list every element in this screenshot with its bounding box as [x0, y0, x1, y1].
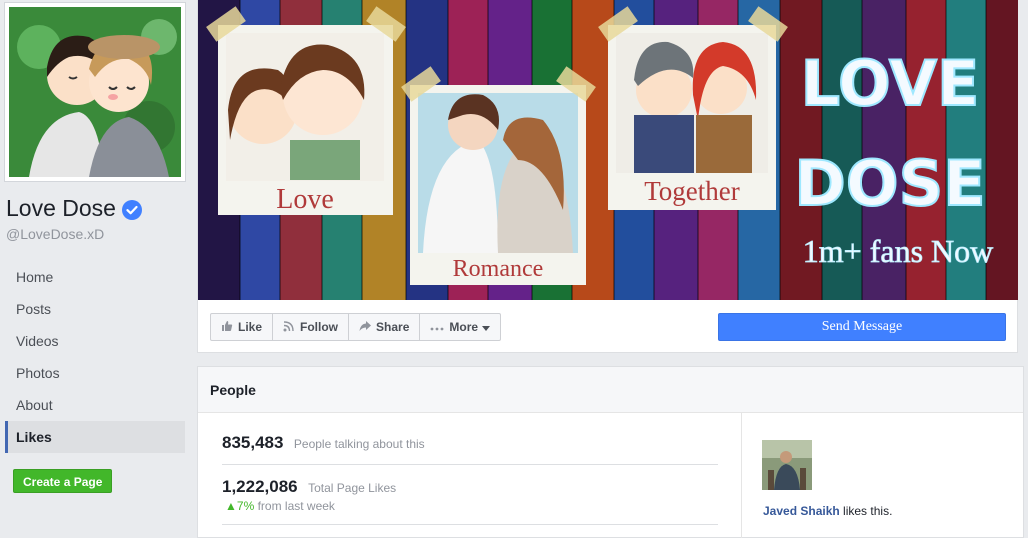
more-button[interactable]: More [419, 313, 502, 341]
likes-growth: ▲7% from last week [222, 499, 718, 513]
cover-title-line1: LOVE [801, 47, 980, 120]
nav-item-likes[interactable]: Likes [5, 421, 185, 453]
page-actions: Like Follow Share More [210, 313, 502, 341]
likes-label: Total Page Likes [308, 481, 397, 495]
polaroid-caption-romance: Romance [453, 256, 544, 282]
nav-item-videos[interactable]: Videos [5, 325, 185, 357]
share-label: Share [376, 320, 410, 334]
people-heading: People [198, 367, 1023, 413]
nav-item-about[interactable]: About [5, 389, 185, 421]
page-name-text: Love Dose [6, 195, 116, 221]
share-arrow-icon [359, 320, 372, 335]
follow-label: Follow [300, 320, 339, 334]
talking-count: 835,483 [222, 433, 284, 452]
up-triangle-icon: ▲ [225, 499, 237, 513]
polaroid-caption-together: Together [644, 176, 740, 206]
cover-fans-text: 1m+ fans Now [803, 233, 993, 269]
polaroid-caption-love: Love [276, 184, 334, 215]
page-title: Love Dose [6, 195, 142, 222]
create-page-button[interactable]: Create a Page [13, 469, 113, 493]
polaroid-love: Love [206, 6, 406, 215]
like-label: Like [238, 320, 263, 334]
cover-title-line2: DOSE [794, 147, 985, 220]
page-likes-stat: 1,222,086 Total Page Likes ▲7% from last… [222, 477, 718, 525]
friend-avatar[interactable] [762, 440, 812, 490]
growth-label: from last week [257, 499, 335, 513]
like-button[interactable]: Like [210, 313, 274, 341]
nav-item-posts[interactable]: Posts [5, 293, 185, 325]
cover-title: LOVE DOSE 1m+ fans Now [793, 46, 993, 269]
page-handle[interactable]: @LoveDose.xD [6, 226, 104, 242]
cover-illustration: Love Romance Together LOVE DOSE 1m+ fans… [198, 0, 1018, 300]
nav-item-photos[interactable]: Photos [5, 357, 185, 389]
friend-likes-text: Javed Shaikh likes this. [763, 504, 892, 518]
more-dots-icon [430, 320, 444, 334]
polaroid-romance: Romance [401, 66, 596, 285]
profile-picture[interactable] [4, 2, 186, 182]
send-message-button[interactable]: Send Message [718, 313, 1006, 341]
cover-card: Love Romance Together LOVE DOSE 1m+ fans… [197, 0, 1018, 353]
cover-photo[interactable]: Love Romance Together LOVE DOSE 1m+ fans… [198, 0, 1018, 300]
friend-name-link[interactable]: Javed Shaikh [763, 504, 840, 518]
caret-down-icon [482, 320, 491, 334]
left-column: Love Dose @LoveDose.xD Home Posts Videos… [0, 0, 197, 538]
profile-illustration [9, 7, 181, 177]
likes-count: 1,222,086 [222, 477, 298, 496]
people-card: People 835,483 People talking about this… [197, 366, 1024, 538]
more-label: More [449, 320, 479, 334]
growth-percent: 7% [236, 499, 255, 513]
friend-likes-suffix: likes this. [839, 504, 893, 518]
page-nav: Home Posts Videos Photos About Likes [5, 261, 185, 453]
talking-label: People talking about this [293, 437, 425, 451]
verified-badge-icon [121, 199, 142, 220]
polaroid-together: Together [598, 6, 788, 210]
talking-about-stat: 835,483 People talking about this [222, 433, 718, 465]
friends-like-section: Javed Shaikh likes this. [743, 413, 1023, 538]
nav-item-home[interactable]: Home [5, 261, 185, 293]
people-stats: 835,483 People talking about this 1,222,… [198, 413, 742, 538]
thumbs-up-icon [221, 320, 233, 335]
rss-icon [283, 320, 295, 335]
follow-button[interactable]: Follow [272, 313, 350, 341]
share-button[interactable]: Share [348, 313, 421, 341]
